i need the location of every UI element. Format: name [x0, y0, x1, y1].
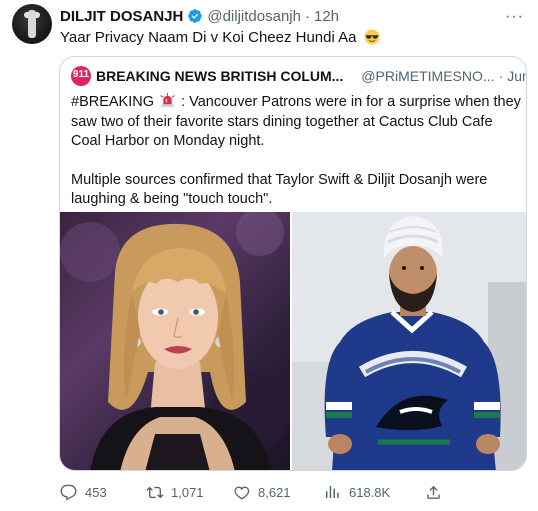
quoted-media: [60, 212, 526, 470]
verified-badge-icon: [188, 9, 203, 23]
action-like[interactable]: 8,621: [233, 484, 291, 500]
author-avatar[interactable]: [12, 4, 52, 44]
quoted-text-line-2: saw two of their favorite stars dining t…: [71, 113, 493, 130]
tweet-timestamp[interactable]: 12h: [314, 8, 339, 25]
reply-count: 453: [85, 484, 107, 500]
tweet[interactable]: DILJIT DOSANJH @diljitdosanjh · 12h ··· …: [0, 0, 538, 511]
siren-emoji-icon: [160, 93, 175, 108]
quoted-avatar-text: 911: [72, 69, 90, 80]
share-icon: [427, 485, 440, 499]
taylor-swift-photo[interactable]: [60, 212, 290, 470]
quoted-author-handle[interactable]: @PRiMETIMESNO...: [361, 68, 494, 84]
quoted-author-avatar[interactable]: 911: [71, 66, 91, 86]
quoted-text-line-5: laughing & being "touch touch".: [71, 191, 273, 207]
reply-icon: [60, 484, 77, 500]
quoted-text-line-3: Coal Harbor on Monday night.: [71, 133, 265, 149]
tweet-text-content: Yaar Privacy Naam Di v Koi Cheez Hundi A…: [60, 29, 357, 46]
more-options-icon[interactable]: ···: [505, 8, 524, 26]
retweet-count: 1,071: [171, 484, 204, 500]
action-retweet[interactable]: 1,071: [146, 484, 204, 500]
tweet-header: DILJIT DOSANJH @diljitdosanjh · 12h: [60, 6, 339, 26]
tweet-text: Yaar Privacy Naam Di v Koi Cheez Hundi A…: [60, 29, 380, 46]
quoted-timestamp[interactable]: Jun 7: [507, 68, 526, 84]
taylor-swift-photo-illustration: [60, 212, 290, 470]
views-icon: [326, 486, 339, 498]
diljit-dosanjh-photo-illustration: [292, 212, 526, 470]
action-share[interactable]: [425, 483, 442, 501]
heart-icon: [234, 486, 250, 500]
quoted-tweet[interactable]: 911 BREAKING NEWS BRITISH COLUM... @PRiM…: [59, 56, 527, 471]
quoted-text-line-4: Multiple sources confirmed that Taylor S…: [71, 171, 488, 188]
quoted-text-line: #BREAKING : Vancouver Patrons were in fo…: [71, 93, 521, 113]
quoted-separator-dot: ·: [498, 68, 504, 84]
diljit-dosanjh-photo[interactable]: [292, 212, 526, 470]
quoted-text-line-1: : Vancouver Patrons were in for a surpri…: [181, 94, 521, 110]
views-count: 618.8K: [349, 484, 391, 500]
separator-dot: ·: [304, 7, 310, 25]
quoted-author-name[interactable]: BREAKING NEWS BRITISH COLUM...: [96, 68, 343, 84]
quoted-tweet-header: 911 BREAKING NEWS BRITISH COLUM... @PRiM…: [71, 66, 526, 86]
like-count: 8,621: [258, 484, 291, 500]
sunglasses-emoji-icon: [364, 29, 380, 45]
breaking-hashtag[interactable]: #BREAKING: [71, 94, 154, 110]
author-handle[interactable]: @diljitdosanjh: [207, 8, 301, 25]
retweet-icon: [146, 486, 164, 498]
author-name[interactable]: DILJIT DOSANJH: [60, 8, 183, 25]
action-reply[interactable]: 453: [60, 484, 107, 500]
quoted-tweet-text: #BREAKING : Vancouver Patrons were in fo…: [71, 93, 521, 210]
action-views[interactable]: 618.8K: [324, 484, 390, 500]
